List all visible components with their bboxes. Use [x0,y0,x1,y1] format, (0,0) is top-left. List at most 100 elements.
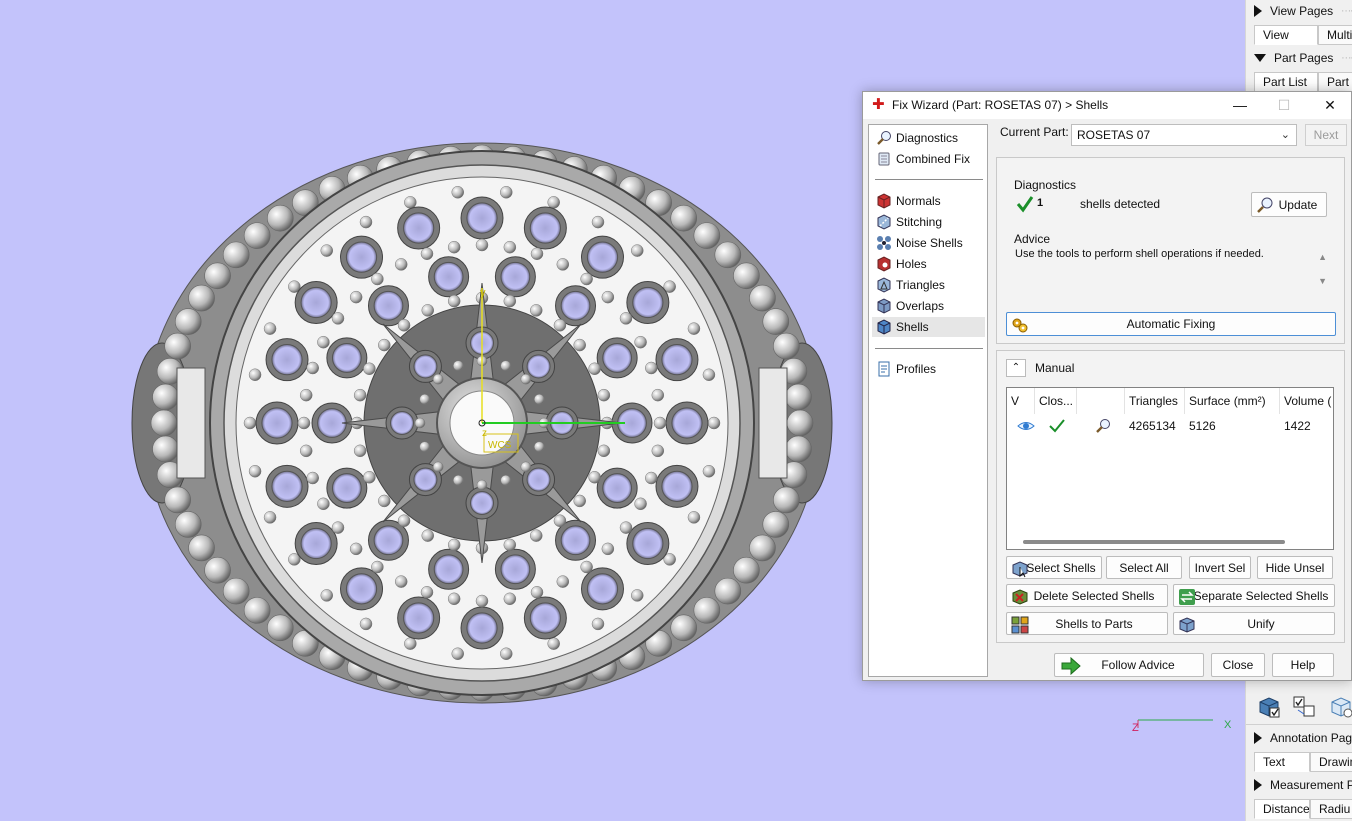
granule-bead [263,511,277,524]
unify-label: Unify [1247,616,1275,631]
granule-bead [556,575,570,588]
granule-bead [378,338,391,352]
filigree-hole [271,470,303,502]
rope-bead [714,241,742,269]
granule-bead [520,373,532,385]
measurement-pages-header[interactable]: Measurement Pa [1254,778,1352,792]
rope-bead [266,204,294,232]
granule-bead [553,514,567,527]
granule-bead [597,444,611,458]
col-volume-header[interactable]: Volume ( [1280,388,1333,414]
close-window-button[interactable]: ✕ [1315,95,1345,115]
part-pages-header[interactable]: Part Pages ⋯⋯ [1254,51,1352,65]
filigree-hole [433,554,464,585]
next-button[interactable]: Next [1305,124,1347,146]
automatic-fixing-button[interactable]: Automatic Fixing [1006,312,1336,336]
view-pages-header[interactable]: View Pages ⋯⋯ [1254,4,1352,18]
nav-item-profiles[interactable]: Profiles [872,359,985,379]
collapse-chevron-icon[interactable]: ⌃ [1006,359,1026,377]
eye-icon[interactable] [1013,416,1035,436]
scroll-up-arrow-icon[interactable]: ▲ [1318,252,1327,262]
granule-bead [451,186,464,199]
tab-distance[interactable]: Distance [1254,799,1310,819]
nav-item-diagnostics[interactable]: Diagnostics [872,128,985,148]
nav-item-overlaps[interactable]: Overlaps [872,296,985,316]
invert-sel-button[interactable]: Invert Sel [1189,556,1251,579]
filigree-hole [560,525,591,556]
nav-item-holes[interactable]: Holes [872,254,985,274]
col-visible-header[interactable]: V [1007,388,1035,414]
col-closed-header[interactable]: Clos... [1035,388,1077,414]
grip-icon: ⋯⋯ [1341,52,1352,64]
granule-bead [653,416,667,430]
granule-bead [588,470,601,484]
rope-bead [773,486,800,514]
granule-bead [707,416,721,430]
separate-arrows-icon [1178,588,1196,606]
nav-item-shells[interactable]: Shells [872,317,985,337]
rope-bead [174,308,202,335]
cube-options-icon[interactable] [1326,694,1352,720]
nav-item-label: Overlaps [896,299,945,313]
nav-item-stitching[interactable]: Stitching [872,212,985,232]
combined-fix-icon [876,151,892,167]
expand-arrow-icon [1254,779,1262,791]
nav-item-triangles[interactable]: Triangles [872,275,985,295]
hide-unsel-button[interactable]: Hide Unsel [1257,556,1333,579]
granule-bead [359,215,373,229]
tab-multi[interactable]: Multi-S [1318,25,1352,45]
granule-bead [263,322,277,335]
magnifier-icon[interactable] [1091,416,1111,436]
filigree-hole [373,290,404,321]
update-button[interactable]: Update [1251,192,1327,217]
tab-text[interactable]: Text [1254,752,1310,772]
cube-select-icon[interactable] [1254,694,1284,720]
delete-selected-shells-button[interactable]: Delete Selected Shells [1006,584,1168,607]
tab-part-list[interactable]: Part List [1254,72,1318,92]
granule-bead [520,461,532,473]
granule-bead [421,304,435,317]
expand-arrow-icon [1254,5,1262,17]
tab-radius[interactable]: Radiu [1310,799,1352,819]
filigree-hole [469,490,495,516]
tab-drawing[interactable]: Drawing [1310,752,1352,772]
check-icon [1045,416,1065,436]
nav-item-normals[interactable]: Normals [872,191,985,211]
current-part-select[interactable]: ROSETAS 07 ⌄ [1071,124,1297,146]
granule-bead [317,335,330,349]
select-all-button[interactable]: Select All [1106,556,1182,579]
maximize-button[interactable]: ☐ [1269,95,1299,115]
z-axis-label: z [482,428,487,439]
scroll-down-arrow-icon[interactable]: ▼ [1318,276,1327,286]
nav-item-combined-fix[interactable]: Combined Fix [872,149,985,169]
shells-to-parts-icon [1011,616,1029,634]
nav-item-noise-shells[interactable]: Noise Shells [872,233,985,253]
tab-part-info[interactable]: Part I [1318,72,1352,92]
shells-to-parts-button[interactable]: Shells to Parts [1006,612,1168,635]
separate-selected-shells-button[interactable]: Separate Selected Shells [1173,584,1335,607]
follow-advice-button[interactable]: Follow Advice [1054,653,1204,677]
select-shells-button[interactable]: Select Shells [1006,556,1102,579]
dialog-titlebar[interactable]: ✚ Fix Wizard (Part: ROSETAS 07) > Shells… [863,92,1351,119]
rope-bead [773,332,800,360]
col-tool-header[interactable] [1077,388,1125,414]
rope-bead [785,435,812,463]
horizontal-scrollbar[interactable] [1023,540,1285,544]
filigree-hole [403,602,435,634]
wcs-label: WCS [488,440,512,451]
tab-view[interactable]: View [1254,25,1318,45]
granule-bead [331,312,345,325]
unify-button[interactable]: Unify [1173,612,1335,635]
annotation-pages-header[interactable]: Annotation Page [1254,731,1352,745]
close-button[interactable]: Close [1211,653,1265,677]
granule-bead [359,617,373,631]
col-triangles-header[interactable]: Triangles [1125,388,1185,414]
shells-to-parts-label: Shells to Parts [1055,616,1133,631]
checkbox-toggle-icon[interactable] [1290,694,1320,720]
help-button[interactable]: Help [1272,653,1334,677]
minimize-button[interactable]: — [1225,95,1255,115]
col-surface-header[interactable]: Surface (mm²) [1185,388,1280,414]
granule-bead [432,373,444,385]
granule-bead [320,589,334,602]
shells-table[interactable]: V Clos... Triangles Surface (mm²) Volume… [1006,387,1334,550]
